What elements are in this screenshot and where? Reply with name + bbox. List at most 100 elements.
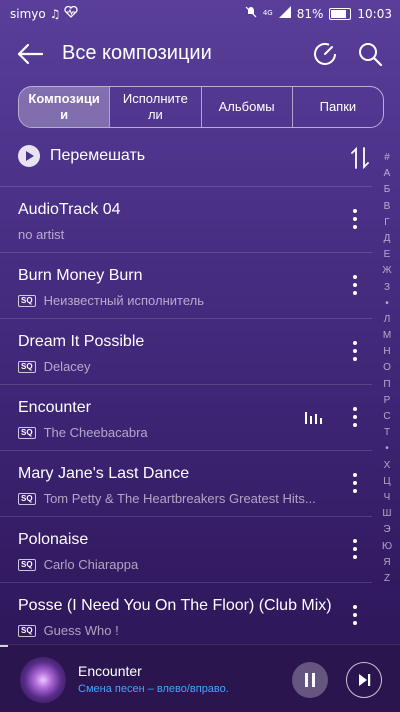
song-artist: Guess Who ! xyxy=(43,623,119,638)
more-options-icon[interactable] xyxy=(352,605,358,627)
play-circle-icon xyxy=(18,145,40,167)
shuffle-all-button[interactable]: Перемешать xyxy=(18,142,348,170)
song-artist-line: SQ Carlo Chiarappa xyxy=(18,557,138,572)
clock: 10:03 xyxy=(357,6,392,21)
index-letter[interactable]: Д xyxy=(376,231,398,247)
status-bar: simyo ♫ 4G 81% 10:03 xyxy=(0,0,400,28)
index-letter[interactable]: Я xyxy=(376,555,398,571)
pause-icon xyxy=(305,673,315,687)
index-letter[interactable]: С xyxy=(376,409,398,425)
status-left: simyo ♫ xyxy=(10,5,79,21)
list-item[interactable]: AudioTrack 04 no artist xyxy=(0,186,372,252)
list-item[interactable]: Dream It Possible SQ Delacey xyxy=(0,318,372,384)
status-right: 4G 81% 10:03 xyxy=(245,6,392,21)
more-options-icon[interactable] xyxy=(352,341,358,363)
index-letter[interactable]: Ч xyxy=(376,490,398,506)
index-letter[interactable]: В xyxy=(376,199,398,215)
song-title: Encounter xyxy=(18,399,91,416)
heart-monitor-icon xyxy=(64,5,79,21)
index-letter[interactable]: Э xyxy=(376,522,398,538)
index-letter[interactable]: А xyxy=(376,166,398,182)
next-track-button[interactable] xyxy=(346,662,382,698)
song-title: Dream It Possible xyxy=(18,333,145,350)
more-options-icon[interactable] xyxy=(352,539,358,561)
index-letter[interactable]: Ж xyxy=(376,263,398,279)
category-tabs: Композици и Исполните ли Альбомы Папки xyxy=(18,86,384,128)
song-list: AudioTrack 04 no artist Burn Money Burn … xyxy=(0,186,372,648)
tab-artists[interactable]: Исполните ли xyxy=(109,87,200,127)
index-letter[interactable]: # xyxy=(376,150,398,166)
tab-label: Исполните ли xyxy=(122,91,188,122)
song-artist: Tom Petty & The Heartbreakers Greatest H… xyxy=(43,491,316,506)
swipe-hint: Смена песен – влево/вправо. xyxy=(78,683,229,695)
song-artist: Неизвестный исполнитель xyxy=(43,293,204,308)
back-arrow-icon[interactable] xyxy=(16,40,46,68)
more-options-icon[interactable] xyxy=(352,473,358,495)
index-letter[interactable]: Ш xyxy=(376,506,398,522)
signal-icon xyxy=(278,6,291,21)
index-letter[interactable]: • xyxy=(376,296,398,312)
index-letter[interactable]: М xyxy=(376,328,398,344)
more-options-icon[interactable] xyxy=(352,275,358,297)
song-title: Posse (I Need You On The Floor) (Club Mi… xyxy=(18,597,332,614)
index-letter[interactable]: Ц xyxy=(376,474,398,490)
index-letter[interactable]: Z xyxy=(376,571,398,587)
index-letter[interactable]: Ю xyxy=(376,539,398,555)
index-letter[interactable]: Х xyxy=(376,458,398,474)
song-title: AudioTrack 04 xyxy=(18,201,121,218)
more-options-icon[interactable] xyxy=(352,407,358,429)
shuffle-label: Перемешать xyxy=(50,147,146,164)
song-artist-line: SQ Tom Petty & The Heartbreakers Greatest… xyxy=(18,491,316,506)
alphabet-index[interactable]: # А Б В Г Д Е Ж З • Л М Н О П Р С Т • Х Ц Ч Ш Э Ю Я Z xyxy=(376,150,398,587)
sort-icon[interactable] xyxy=(350,146,370,170)
tab-label: Альбомы xyxy=(218,99,275,114)
more-options-icon[interactable] xyxy=(352,209,358,231)
tab-albums[interactable]: Альбомы xyxy=(200,87,292,127)
sq-badge: SQ xyxy=(18,294,36,307)
index-letter[interactable]: Л xyxy=(376,312,398,328)
mute-icon xyxy=(245,6,257,21)
index-letter[interactable]: Г xyxy=(376,215,398,231)
sq-badge: SQ xyxy=(18,360,36,373)
tab-folders[interactable]: Папки xyxy=(291,87,383,127)
song-artist-line: SQ Guess Who ! xyxy=(18,623,119,638)
album-art[interactable] xyxy=(20,657,66,703)
tab-songs[interactable]: Композици и xyxy=(19,87,110,127)
playback-progress xyxy=(0,645,8,647)
index-letter[interactable]: Н xyxy=(376,344,398,360)
page-title: Все композиции xyxy=(62,42,212,64)
sq-badge: SQ xyxy=(18,624,36,637)
index-letter[interactable]: Р xyxy=(376,393,398,409)
now-playing-title: Encounter xyxy=(78,663,142,679)
sq-badge: SQ xyxy=(18,426,36,439)
list-item[interactable]: Encounter SQ The Cheebacabra xyxy=(0,384,372,450)
mini-player[interactable]: Encounter Смена песен – влево/вправо. xyxy=(0,644,400,712)
network-type: 4G xyxy=(262,9,273,17)
song-artist-line: SQ The Cheebacabra xyxy=(18,425,148,440)
song-title: Mary Jane's Last Dance xyxy=(18,465,190,482)
song-artist-line: SQ Delacey xyxy=(18,359,91,374)
song-artist: The Cheebacabra xyxy=(43,425,148,440)
list-item[interactable]: Polonaise SQ Carlo Chiarappa xyxy=(0,516,372,582)
index-letter[interactable]: Т xyxy=(376,425,398,441)
list-item[interactable]: Posse (I Need You On The Floor) (Club Mi… xyxy=(0,582,372,648)
song-artist-line: no artist xyxy=(18,227,64,242)
index-letter[interactable]: Е xyxy=(376,247,398,263)
carrier-label: simyo xyxy=(10,6,46,21)
list-item[interactable]: Burn Money Burn SQ Неизвестный исполнител… xyxy=(0,252,372,318)
index-letter[interactable]: Б xyxy=(376,182,398,198)
sleep-timer-icon[interactable] xyxy=(311,40,339,68)
battery-percent: 81% xyxy=(296,6,324,21)
song-title: Polonaise xyxy=(18,531,89,548)
pause-button[interactable] xyxy=(292,662,328,698)
search-icon[interactable] xyxy=(356,40,384,68)
index-letter[interactable]: З xyxy=(376,280,398,296)
index-letter[interactable]: П xyxy=(376,377,398,393)
tab-label: Папки xyxy=(319,99,357,114)
list-item[interactable]: Mary Jane's Last Dance SQ Tom Petty & The… xyxy=(0,450,372,516)
song-artist: Delacey xyxy=(43,359,91,374)
song-artist: no artist xyxy=(18,227,65,242)
index-letter[interactable]: • xyxy=(376,441,398,457)
song-artist-line: SQ Неизвестный исполнитель xyxy=(18,293,204,308)
index-letter[interactable]: О xyxy=(376,360,398,376)
